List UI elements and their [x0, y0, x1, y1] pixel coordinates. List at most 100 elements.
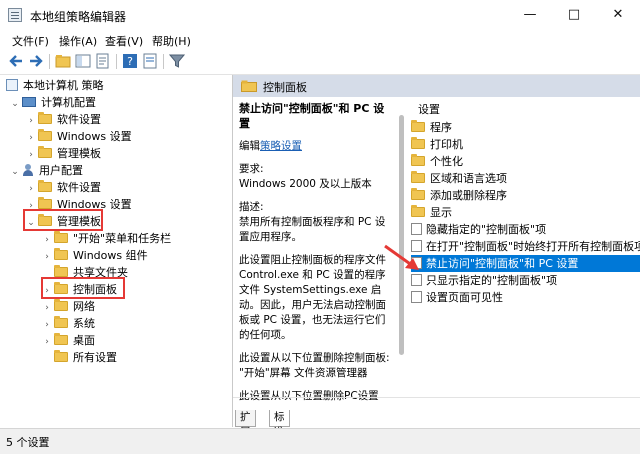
settings-policy-item[interactable]: 在打开"控制面板"时始终打开所有控制面板项	[411, 238, 640, 255]
toolbar-separator	[163, 54, 164, 69]
folder-icon	[54, 248, 68, 260]
folder-icon	[54, 231, 68, 243]
horizontal-scrollbar[interactable]	[233, 397, 640, 410]
description-para-1: 此设置阻止控制面板的程序文件 Control.exe 和 PC 设置的程序文件 …	[239, 254, 386, 341]
policy-description: 禁止访问"控制面板"和 PC 设置 编辑策略设置 要求: Windows 2000…	[239, 101, 395, 401]
folder-icon	[54, 350, 68, 362]
folder-icon	[411, 120, 425, 132]
tree-label: 网络	[73, 300, 95, 313]
edit-line: 编辑策略设置	[239, 139, 395, 154]
minimize-button[interactable]: —	[508, 0, 552, 30]
tree-label: Windows 组件	[73, 249, 148, 262]
policy-setting-icon	[411, 223, 422, 235]
folder-icon	[411, 188, 425, 200]
tab-extended[interactable]: 扩展	[235, 410, 256, 438]
help-icon[interactable]: ?	[122, 53, 138, 69]
tree-node-computer-config[interactable]: ⌄ 计算机配置	[10, 94, 96, 111]
folder-icon	[241, 80, 257, 92]
settings-column-header[interactable]: 设置	[418, 101, 440, 117]
tree-label: Windows 设置	[57, 130, 132, 143]
menu-action[interactable]: 操作(A)	[59, 33, 97, 49]
settings-item-label: 显示	[430, 206, 452, 219]
chevron-right-icon[interactable]: ›	[42, 249, 52, 266]
folder-icon	[38, 112, 52, 124]
tree-node-u-software[interactable]: › 软件设置	[26, 179, 101, 196]
tree-label: 软件设置	[57, 181, 101, 194]
settings-folder-item[interactable]: 个性化	[411, 153, 640, 170]
policy-icon	[6, 79, 18, 91]
settings-policy-item[interactable]: 禁止访问"控制面板"和 PC 设置	[411, 255, 640, 272]
properties-icon[interactable]	[142, 53, 158, 69]
policy-setting-icon	[411, 274, 422, 286]
close-button[interactable]: ✕	[596, 0, 640, 30]
menu-view[interactable]: 查看(V)	[105, 33, 143, 49]
folder-icon	[411, 154, 425, 166]
tree-node-root[interactable]: 本地计算机 策略	[6, 77, 104, 94]
tree-node-network[interactable]: › 网络	[42, 298, 95, 315]
folder-icon	[411, 171, 425, 183]
edit-policy-link[interactable]: 策略设置	[260, 140, 302, 152]
tree-node-c-windows[interactable]: › Windows 设置	[26, 128, 132, 145]
tree-label: 用户配置	[39, 164, 83, 177]
export-list-icon[interactable]	[95, 53, 111, 69]
toolbar: ?	[0, 50, 640, 75]
folder-icon	[54, 316, 68, 328]
settings-item-label: 打印机	[430, 138, 463, 151]
up-folder-icon[interactable]	[55, 53, 71, 69]
title-bar: 本地组策略编辑器 — □ ✕	[0, 0, 640, 30]
requirements-label: 要求:	[239, 163, 264, 175]
description-value: 禁用所有控制面板程序和 PC 设置应用程序。	[239, 216, 386, 243]
tree-node-system[interactable]: › 系统	[42, 315, 95, 332]
back-arrow-icon[interactable]	[8, 53, 24, 69]
window-title: 本地组策略编辑器	[30, 10, 127, 24]
tree-label: 管理模板	[57, 147, 101, 160]
tree-node-win-components[interactable]: › Windows 组件	[42, 247, 148, 264]
folder-icon	[38, 129, 52, 141]
tree-node-user-config[interactable]: ⌄ 用户配置	[10, 162, 83, 179]
pane-header-title: 控制面板	[263, 81, 307, 94]
tree-label: 本地计算机 策略	[23, 79, 104, 92]
forward-arrow-icon[interactable]	[28, 53, 44, 69]
settings-item-label: 在打开"控制面板"时始终打开所有控制面板项	[426, 240, 640, 253]
computer-icon	[22, 97, 36, 107]
chevron-down-icon[interactable]: ⌄	[10, 96, 20, 113]
settings-folder-item[interactable]: 区域和语言选项	[411, 170, 640, 187]
status-bar: 5 个设置	[0, 428, 640, 454]
tree-label: 软件设置	[57, 113, 101, 126]
tree-label: 计算机配置	[41, 96, 96, 109]
tree-node-all-settings[interactable]: 所有设置	[54, 349, 117, 366]
pane-header: 控制面板	[233, 75, 640, 97]
tree-node-c-software[interactable]: › 软件设置	[26, 111, 101, 128]
status-text: 5 个设置	[6, 436, 50, 449]
settings-item-label: 个性化	[430, 155, 463, 168]
show-hide-tree-icon[interactable]	[75, 53, 91, 69]
svg-text:?: ?	[127, 55, 133, 68]
settings-policy-item[interactable]: 设置页面可见性	[411, 289, 640, 306]
tree-node-c-admin[interactable]: › 管理模板	[26, 145, 101, 162]
tree-node-desktop[interactable]: › 桌面	[42, 332, 95, 349]
tree-node-start-menu[interactable]: › "开始"菜单和任务栏	[42, 230, 171, 247]
tab-standard[interactable]: 标准	[269, 410, 290, 438]
menu-file[interactable]: 文件(F)	[12, 33, 49, 49]
folder-icon	[54, 265, 68, 277]
settings-item-label: 禁止访问"控制面板"和 PC 设置	[426, 257, 579, 270]
folder-icon	[38, 197, 52, 209]
chevron-down-icon[interactable]: ⌄	[10, 164, 20, 181]
settings-folder-item[interactable]: 打印机	[411, 136, 640, 153]
settings-policy-item[interactable]: 隐藏指定的"控制面板"项	[411, 221, 640, 238]
settings-policy-item[interactable]: 只显示指定的"控制面板"项	[411, 272, 640, 289]
settings-folder-item[interactable]: 添加或删除程序	[411, 187, 640, 204]
tree-label: 桌面	[73, 334, 95, 347]
tree-label: "开始"菜单和任务栏	[73, 232, 172, 245]
maximize-button[interactable]: □	[552, 0, 596, 30]
settings-item-label: 只显示指定的"控制面板"项	[426, 274, 558, 287]
red-arrow-annotation	[384, 244, 419, 270]
chevron-right-icon[interactable]: ›	[42, 334, 52, 351]
tree-label: 所有设置	[73, 351, 117, 364]
filter-icon[interactable]	[169, 53, 185, 69]
scrollbar-thumb[interactable]	[399, 115, 404, 355]
folder-icon	[54, 333, 68, 345]
menu-help[interactable]: 帮助(H)	[152, 33, 191, 49]
settings-folder-item[interactable]: 显示	[411, 204, 640, 221]
settings-folder-item[interactable]: 程序	[411, 119, 640, 136]
